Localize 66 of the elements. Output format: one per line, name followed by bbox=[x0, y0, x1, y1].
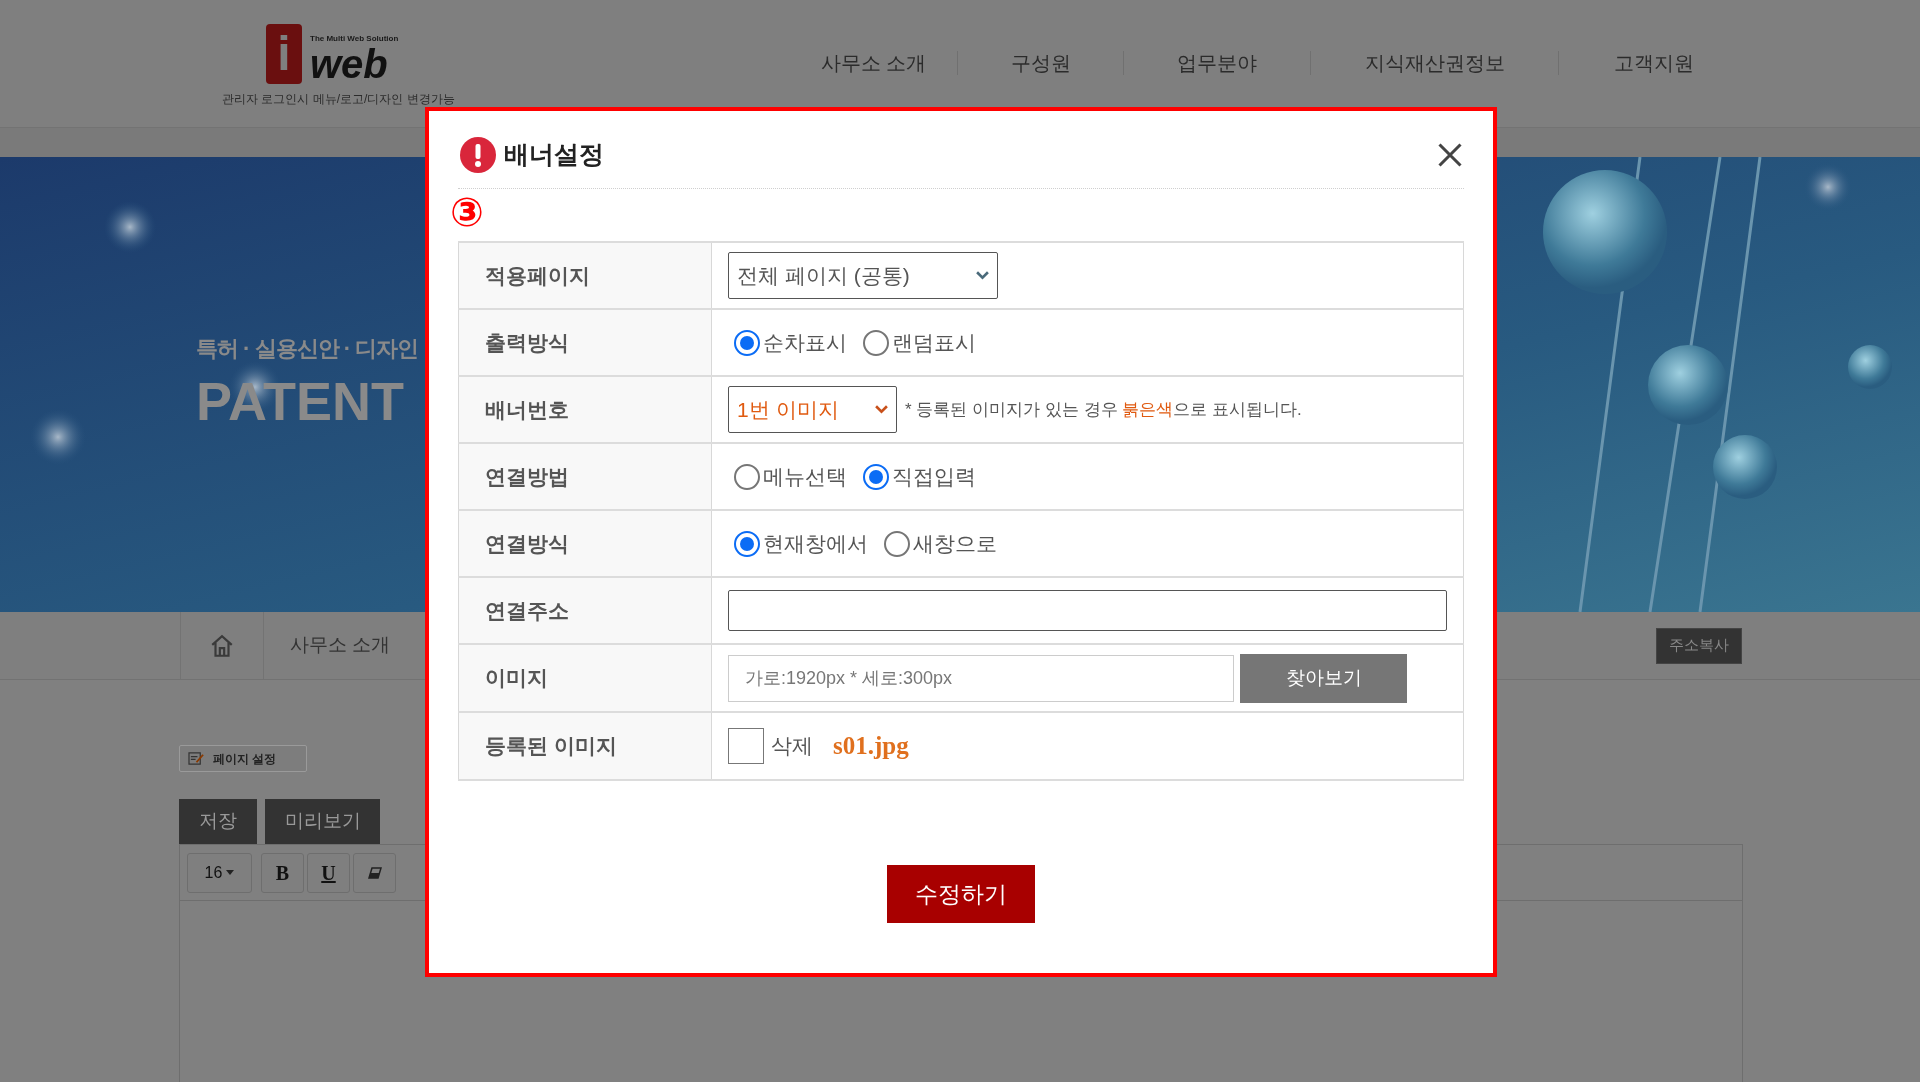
nav-link[interactable]: 사무소 소개 bbox=[820, 48, 927, 78]
caret-icon bbox=[226, 870, 235, 875]
nav-link[interactable]: 지식재산권정보 bbox=[1364, 48, 1505, 78]
option-label: 현재창에서 bbox=[763, 530, 868, 557]
radio-button[interactable] bbox=[863, 463, 889, 490]
home-icon bbox=[209, 632, 235, 659]
checkbox[interactable] bbox=[728, 728, 764, 764]
option-label: 메뉴선택 bbox=[763, 463, 847, 490]
url-input[interactable] bbox=[728, 590, 1447, 631]
select-dropdown[interactable]: 1번 이미지 bbox=[728, 386, 897, 433]
file-link[interactable]: s01.jpg bbox=[833, 727, 909, 765]
button-label: 페이지 설정 bbox=[213, 750, 277, 768]
home-button[interactable] bbox=[209, 632, 235, 659]
editor-button[interactable]: 저장 bbox=[179, 799, 257, 844]
step-number: ③ bbox=[450, 189, 484, 235]
logo-wordmark: web bbox=[310, 44, 389, 84]
editor-button[interactable]: 미리보기 bbox=[265, 799, 380, 844]
nav-link[interactable]: 고객지원 bbox=[1614, 48, 1694, 78]
font-size-dropdown[interactable]: 16 bbox=[187, 852, 252, 893]
radio-button[interactable] bbox=[734, 329, 760, 356]
banner-headline: PATENT bbox=[196, 371, 405, 431]
logo-tagline: The Multi Web Solution bbox=[310, 34, 399, 44]
chevron-icon bbox=[875, 405, 888, 414]
browse-button[interactable]: 찾아보기 bbox=[1240, 653, 1407, 703]
field-label: 연결방법 bbox=[485, 463, 569, 490]
select-value: 1번 이미지 bbox=[737, 396, 839, 423]
field-label: 배너번호 bbox=[485, 396, 569, 423]
file-path-input[interactable]: 가로:1920px * 세로:300px bbox=[728, 654, 1234, 702]
field-label: 등록된 이미지 bbox=[485, 733, 617, 760]
option-label: 새창으로 bbox=[913, 530, 997, 557]
radio-button[interactable] bbox=[884, 530, 910, 557]
option-label: 순차표시 bbox=[763, 329, 847, 356]
radio-button[interactable] bbox=[863, 329, 889, 356]
close-icon bbox=[1436, 140, 1464, 169]
eraser-button[interactable] bbox=[353, 852, 396, 893]
select-dropdown[interactable]: 전체 페이지 (공통) bbox=[728, 252, 998, 299]
field-label: 연결주소 bbox=[485, 597, 569, 624]
field-label: 적용페이지 bbox=[485, 262, 590, 289]
chevron-icon bbox=[976, 271, 989, 280]
nav-link[interactable]: 구성원 bbox=[1010, 48, 1071, 78]
radio-button[interactable] bbox=[734, 530, 760, 557]
field-label: 연결방식 bbox=[485, 530, 569, 557]
select-note: * 등록된 이미지가 있는 경우 붉은색으로 표시됩니다. bbox=[905, 398, 1302, 421]
font-size-value: 16 bbox=[204, 862, 223, 883]
logo-mark: i bbox=[266, 24, 302, 84]
alert-icon bbox=[460, 136, 496, 173]
field-label: 출력방식 bbox=[485, 329, 569, 356]
page-settings-button[interactable]: 페이지 설정 bbox=[179, 745, 307, 772]
dialog-title: 배너설정 bbox=[504, 138, 604, 170]
banner-subtitle: 특허 · 실용신안 · 디자인 bbox=[196, 335, 419, 363]
copy-address-button[interactable]: 주소복사 bbox=[1656, 627, 1742, 664]
checkbox-label: 삭제 bbox=[771, 733, 813, 760]
select-value: 전체 페이지 (공통) bbox=[737, 262, 910, 289]
radio-button[interactable] bbox=[734, 463, 760, 490]
close-button[interactable] bbox=[1436, 140, 1464, 169]
option-label: 랜덤표시 bbox=[892, 329, 976, 356]
option-label: 직접입력 bbox=[892, 463, 976, 490]
underline-button[interactable]: U bbox=[307, 852, 350, 893]
field-label: 이미지 bbox=[485, 665, 548, 692]
nav-link[interactable]: 업무분야 bbox=[1177, 48, 1257, 78]
bold-button[interactable]: B bbox=[261, 852, 304, 893]
eraser-icon bbox=[367, 866, 382, 879]
logo-caption: 관리자 로그인시 메뉴/로고/디자인 변경가능 bbox=[222, 91, 456, 108]
breadcrumb-link[interactable]: 사무소 소개 bbox=[290, 631, 391, 660]
edit-icon bbox=[188, 751, 205, 766]
submit-button[interactable]: 수정하기 bbox=[887, 865, 1035, 923]
